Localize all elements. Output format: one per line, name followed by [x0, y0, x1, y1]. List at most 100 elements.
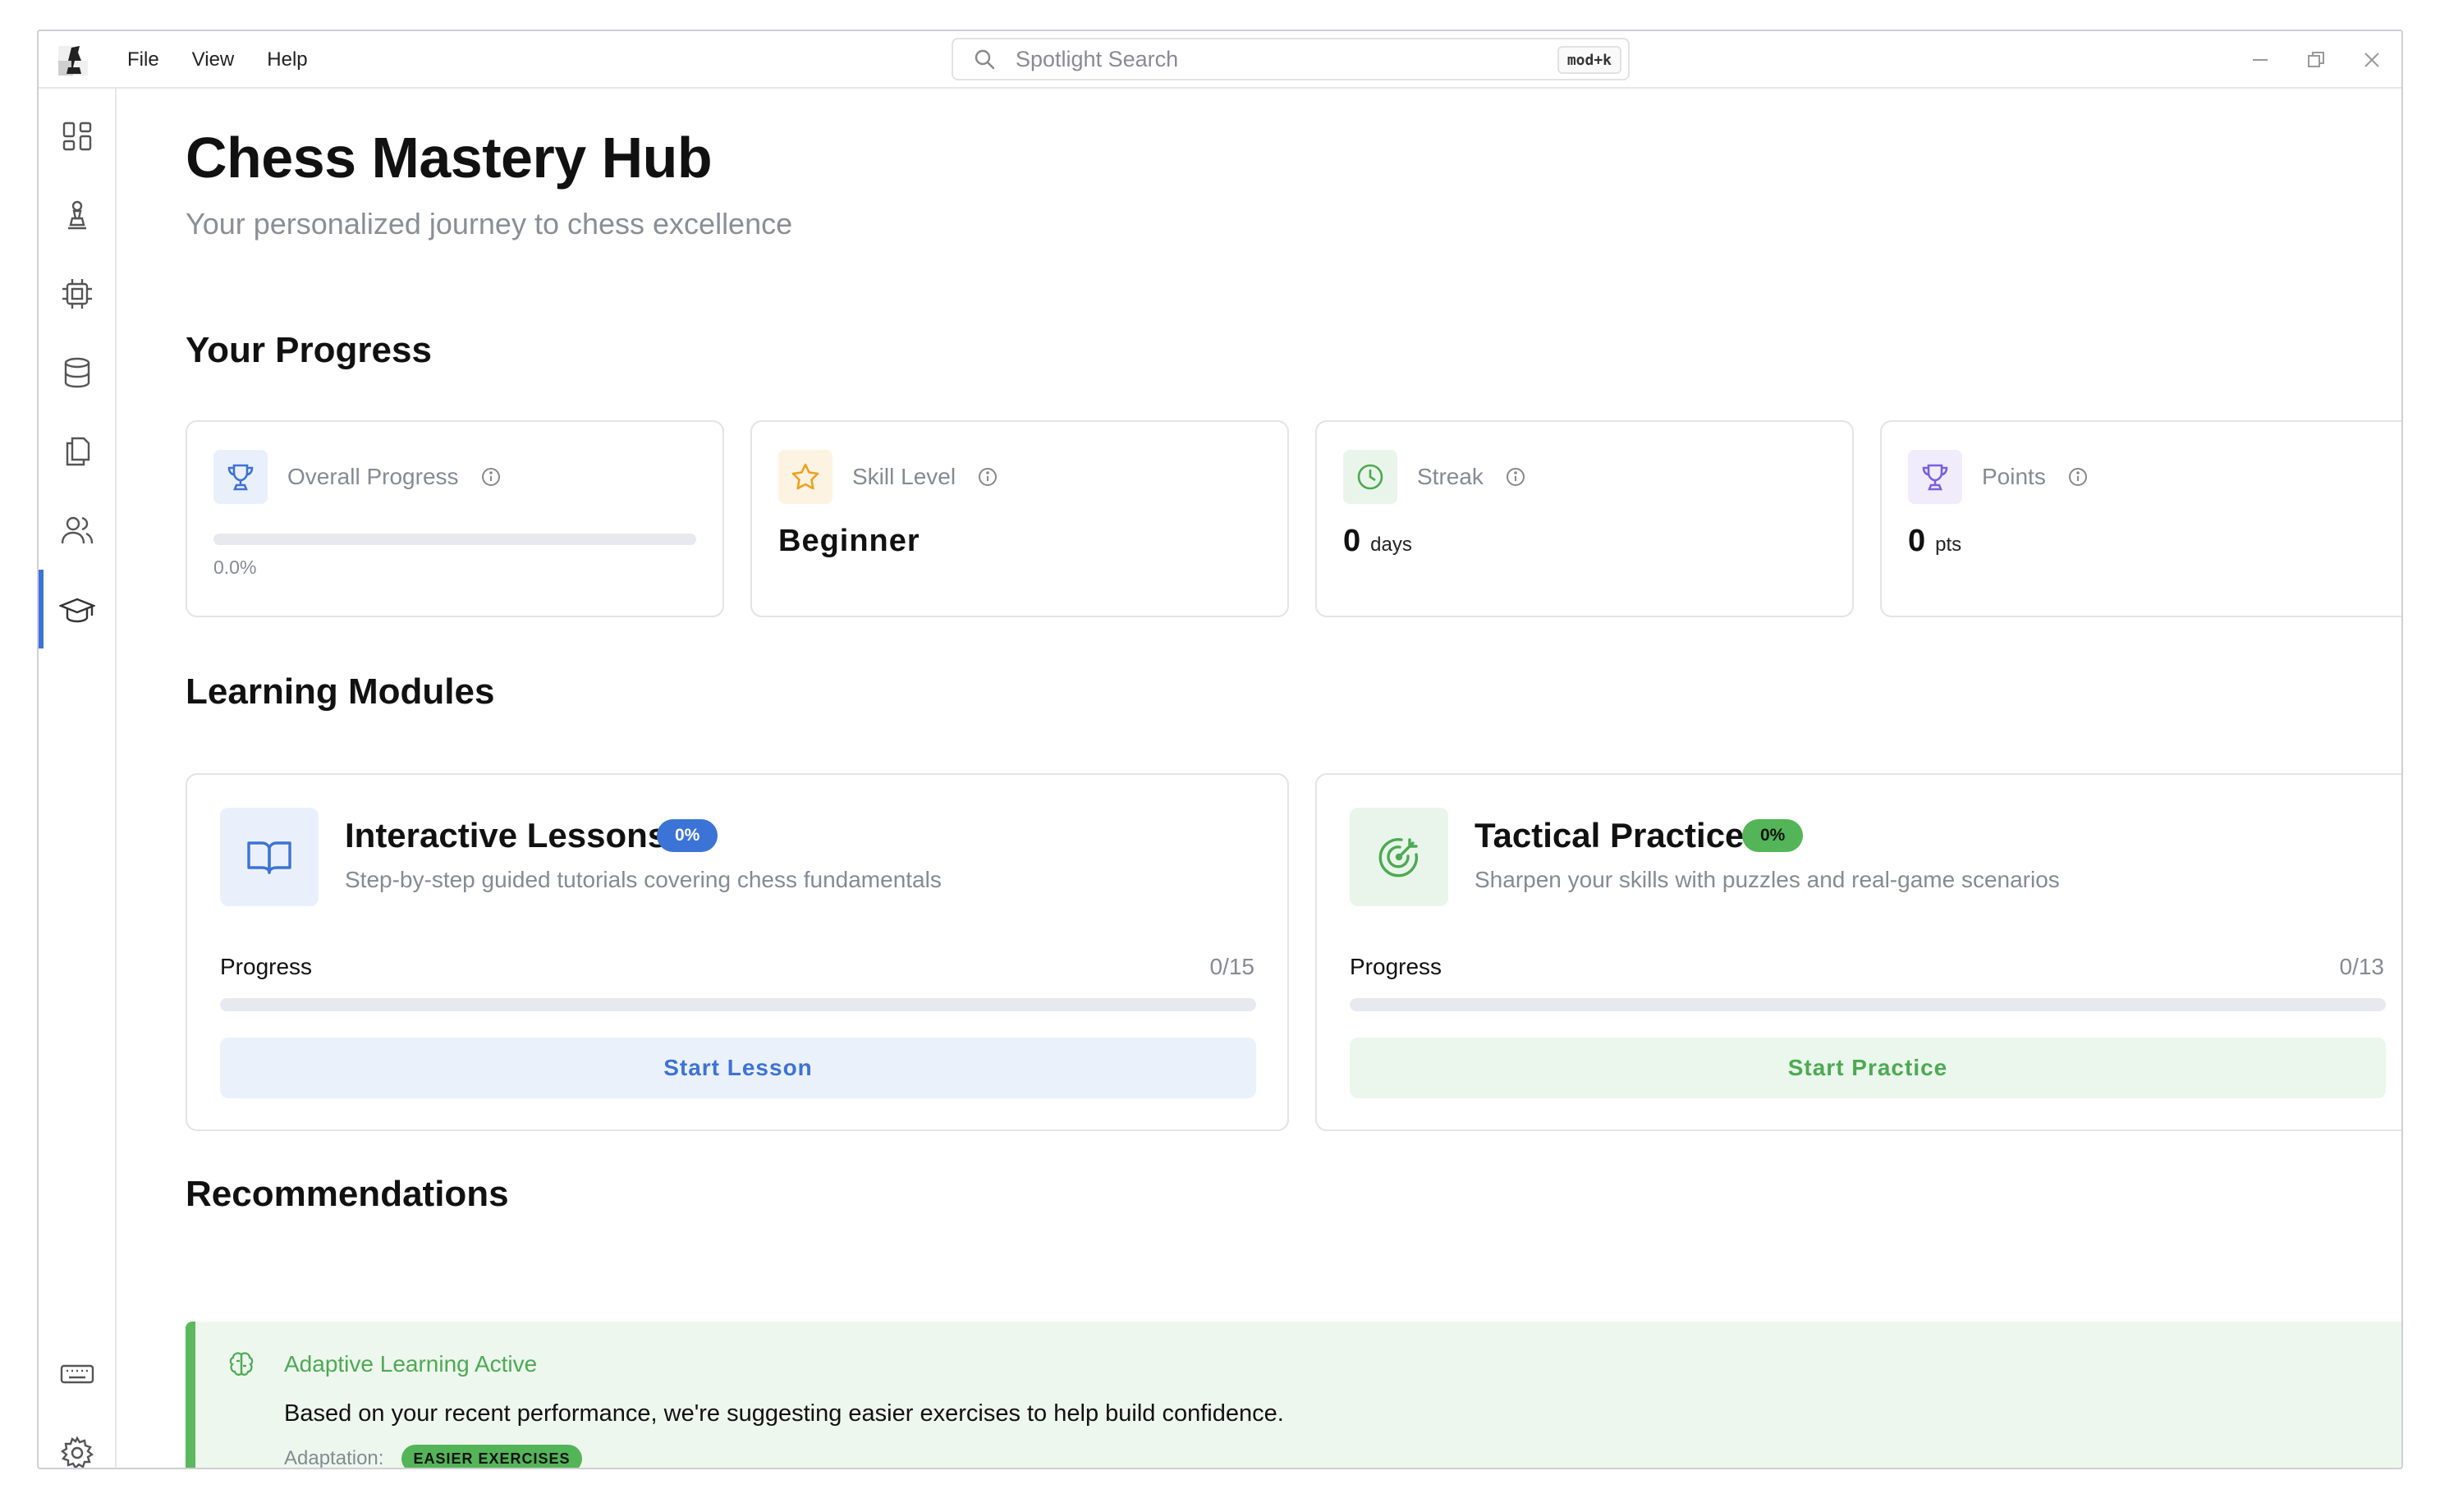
- module-badge: 0%: [1742, 819, 1804, 852]
- module-progress-bar: [1350, 998, 2386, 1011]
- module-description: Step-by-step guided tutorials covering c…: [345, 867, 942, 892]
- sidebar-item-dashboard[interactable]: [39, 97, 115, 176]
- graduation-cap-icon: [58, 598, 95, 623]
- progress-count: 0/13: [2339, 954, 2385, 979]
- menu-bar: File View Help: [127, 31, 308, 89]
- restore-icon: [2308, 52, 2324, 67]
- module-title: Interactive Lessons: [345, 816, 667, 855]
- trophy-icon: [1922, 464, 1948, 491]
- menu-view[interactable]: View: [192, 48, 235, 71]
- module-progress-bar: [220, 998, 1256, 1011]
- stat-header: Points: [1908, 450, 2089, 504]
- page-subtitle: Your personalized journey to chess excel…: [186, 207, 793, 241]
- clock-icon: [1357, 464, 1383, 490]
- section-title-modules: Learning Modules: [186, 671, 495, 712]
- sidebar: [39, 89, 117, 1468]
- close-button[interactable]: [2360, 48, 2383, 71]
- module-card-practice: Tactical Practice 0% Sharpen your skills…: [1315, 773, 2401, 1131]
- star-icon: [791, 463, 819, 490]
- trophy-icon: [227, 464, 254, 491]
- chess-pawn-icon: [67, 200, 86, 230]
- cpu-icon: [62, 279, 92, 309]
- stat-card-streak: Streak 0 days: [1315, 420, 1854, 617]
- progress-label: Progress: [220, 954, 313, 979]
- stat-icon-box: [778, 450, 832, 504]
- sidebar-item-learn[interactable]: [39, 570, 115, 648]
- sidebar-item-engine[interactable]: [39, 254, 115, 333]
- recommendation-header: Adaptive Learning Active: [227, 1349, 537, 1379]
- info-icon[interactable]: [977, 466, 998, 488]
- database-icon: [64, 357, 89, 388]
- module-description: Sharpen your skills with puzzles and rea…: [1475, 867, 2060, 892]
- sidebar-item-keyboard[interactable]: [39, 1335, 115, 1413]
- start-lesson-button[interactable]: Start Lesson: [220, 1038, 1256, 1098]
- close-icon: [2364, 53, 2379, 67]
- spotlight-search[interactable]: mod+k: [952, 38, 1630, 80]
- target-icon: [1378, 837, 1419, 877]
- recommendation-title: Adaptive Learning Active: [284, 1351, 538, 1377]
- sidebar-item-database[interactable]: [39, 333, 115, 412]
- adaptation-label: Adaptation:: [284, 1447, 384, 1469]
- adaptation-badge: EASIER EXERCISES: [401, 1445, 582, 1468]
- window-controls: [2249, 31, 2383, 89]
- keyboard-icon: [60, 1364, 94, 1384]
- page-title: Chess Mastery Hub: [186, 126, 713, 190]
- stat-header: Streak: [1343, 450, 1526, 504]
- info-icon[interactable]: [2067, 466, 2089, 488]
- minimize-icon: [2253, 59, 2268, 61]
- streak-unit: days: [1370, 534, 1412, 556]
- progress-count: 0/15: [1209, 954, 1255, 979]
- overall-progress-bar: [213, 534, 696, 545]
- menu-file[interactable]: File: [127, 48, 159, 71]
- module-badge: 0%: [657, 819, 718, 852]
- minimize-button[interactable]: [2249, 48, 2272, 71]
- overall-progress-percent: 0.0%: [213, 557, 257, 578]
- stat-label: Overall Progress: [287, 464, 459, 489]
- brain-icon: [229, 1352, 254, 1376]
- stat-icon-box: [1908, 450, 1962, 504]
- module-icon-box: [1350, 808, 1448, 906]
- stat-card-skill-level: Skill Level Beginner: [750, 420, 1289, 617]
- section-title-progress: Your Progress: [186, 330, 432, 370]
- files-icon: [66, 437, 89, 466]
- adaptation-row: Adaptation: EASIER EXERCISES: [284, 1445, 582, 1469]
- stat-label: Points: [1982, 464, 2046, 489]
- shortcut-hint: mod+k: [1557, 46, 1621, 74]
- dashboard-icon: [62, 121, 91, 151]
- app-logo-icon: [58, 46, 88, 76]
- section-title-recommendations: Recommendations: [186, 1174, 509, 1214]
- skill-level-value: Beginner: [778, 524, 920, 558]
- points-value: 0 pts: [1908, 524, 1961, 559]
- start-practice-button[interactable]: Start Practice: [1350, 1038, 2386, 1098]
- stat-header: Overall Progress: [213, 450, 502, 504]
- users-icon: [61, 516, 93, 544]
- module-icon-box: [220, 808, 319, 906]
- spotlight-search-input[interactable]: [1016, 46, 1525, 72]
- sidebar-item-settings[interactable]: [39, 1413, 115, 1468]
- stat-label: Skill Level: [852, 464, 956, 489]
- title-bar: File View Help mod+k: [39, 31, 2401, 89]
- progress-label: Progress: [1350, 954, 1442, 979]
- open-book-icon: [247, 841, 291, 874]
- restore-button[interactable]: [2305, 48, 2328, 71]
- recommendation-text: Based on your recent performance, we're …: [284, 1400, 1284, 1427]
- recommendation-card: Adaptive Learning Active Based on your r…: [186, 1322, 2401, 1469]
- streak-value: 0 days: [1343, 524, 1412, 559]
- app-window: File View Help mod+k: [37, 30, 2403, 1469]
- sidebar-item-files[interactable]: [39, 412, 115, 491]
- info-icon[interactable]: [480, 466, 502, 488]
- stat-icon-box: [213, 450, 268, 504]
- stat-icon-box: [1343, 450, 1397, 504]
- module-title: Tactical Practice: [1475, 816, 1745, 855]
- sidebar-item-chess[interactable]: [39, 176, 115, 254]
- menu-help[interactable]: Help: [267, 48, 307, 71]
- streak-number: 0: [1343, 524, 1361, 558]
- module-card-lessons: Interactive Lessons 0% Step-by-step guid…: [186, 773, 1289, 1131]
- stat-card-points: Points 0 pts: [1880, 420, 2401, 617]
- points-number: 0: [1908, 524, 1926, 558]
- sidebar-item-users[interactable]: [39, 491, 115, 570]
- stat-label: Streak: [1417, 464, 1484, 489]
- info-icon[interactable]: [1505, 466, 1526, 488]
- stat-header: Skill Level: [778, 450, 998, 504]
- search-icon: [975, 49, 995, 70]
